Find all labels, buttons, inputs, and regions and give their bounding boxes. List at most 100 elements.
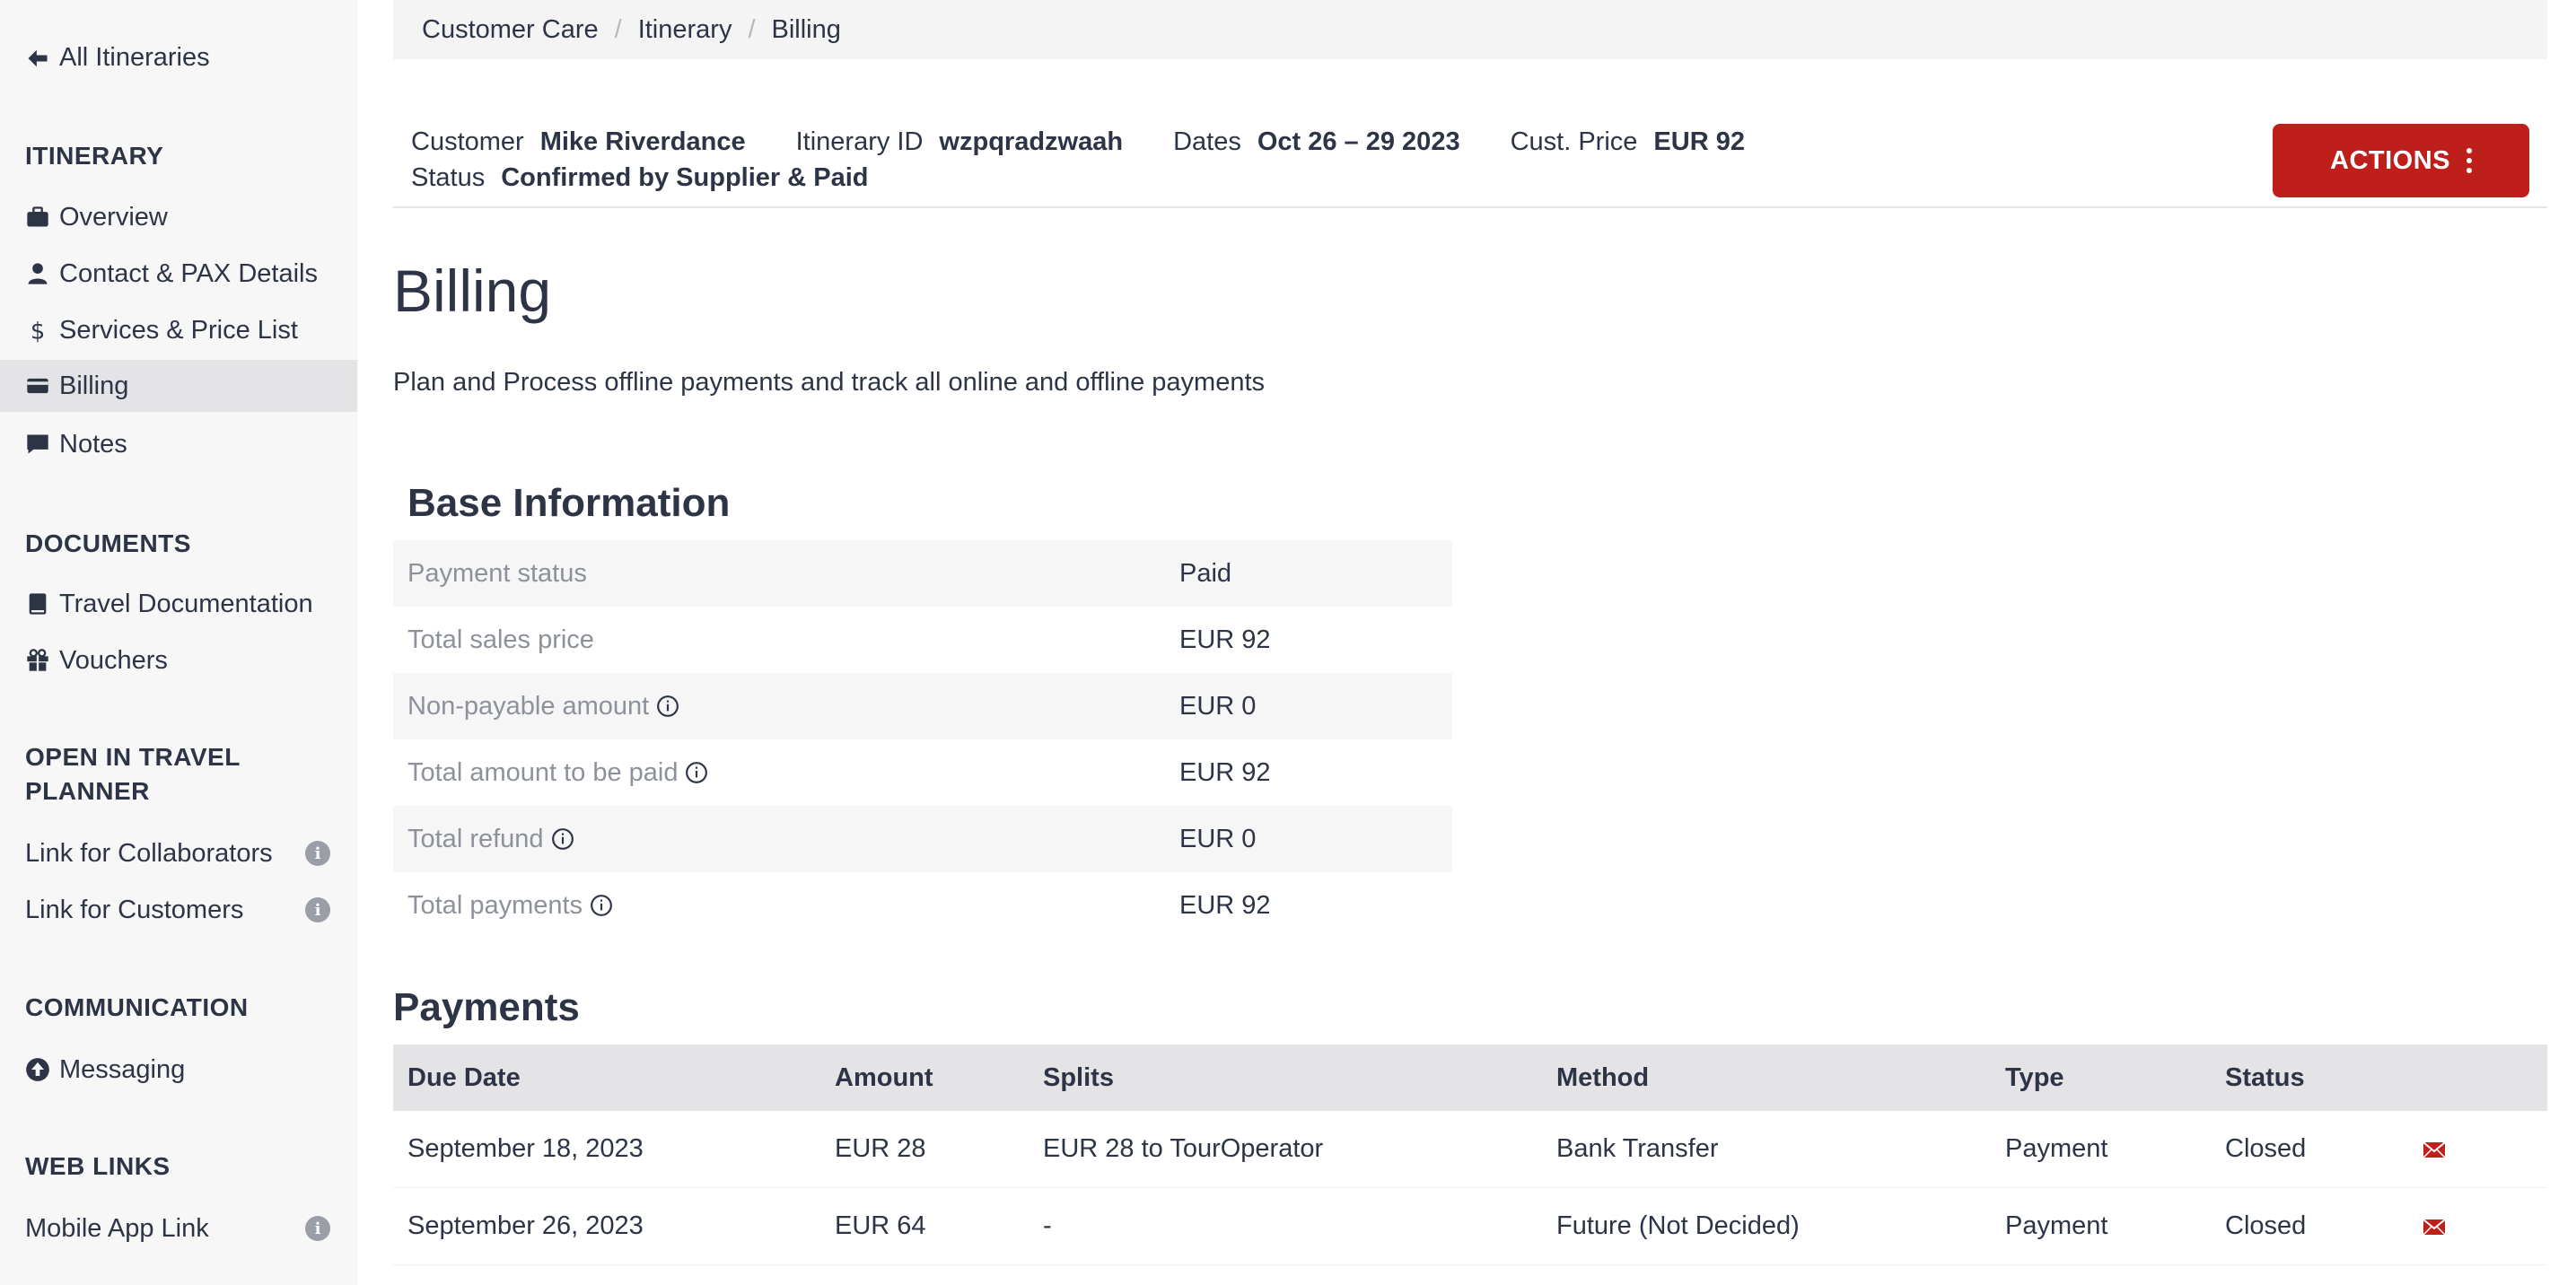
envelope-icon [2423, 1218, 2446, 1236]
payments-title: Payments [393, 985, 580, 1029]
sidebar-item-label: Travel Documentation [59, 589, 313, 618]
sidebar-item-label: Mobile App Link [25, 1213, 209, 1243]
breadcrumb-customer-care[interactable]: Customer Care [422, 15, 599, 45]
sidebar-item-label: Overview [59, 202, 168, 232]
info-circle-icon[interactable] [590, 894, 613, 917]
section-title-line: PLANNER [25, 777, 150, 805]
section-title-line: OPEN IN TRAVEL [25, 743, 241, 771]
due-date-cell: September 18, 2023 [407, 1134, 644, 1163]
sidebar-item-label: Services & Price List [59, 315, 298, 345]
comment-icon [27, 434, 48, 454]
base-info-label: Total amount to be paid [407, 757, 679, 787]
due-date-cell: September 26, 2023 [407, 1211, 644, 1240]
header-divider [393, 206, 2547, 208]
type-cell: Payment [2005, 1134, 2108, 1163]
actions-label: ACTIONS [2330, 145, 2450, 175]
sidebar-item-services[interactable]: $ Services & Price List [0, 304, 357, 356]
briefcase-icon [27, 206, 48, 227]
info-circle-icon[interactable] [656, 695, 679, 718]
base-info-label: Total sales price [407, 625, 594, 654]
all-itineraries-link[interactable]: All Itineraries [25, 43, 210, 73]
table-row: September 26, 2023 EUR 64 - Future (Not … [393, 1188, 2547, 1265]
sidebar-item-travel-docs[interactable]: Travel Documentation [0, 578, 357, 630]
sidebar-item-label: Billing [59, 371, 129, 400]
info-icon[interactable]: i [305, 841, 330, 866]
arrow-left-icon [28, 49, 48, 66]
sidebar-item-label: Messaging [59, 1054, 186, 1084]
itinerary-header: Customer Mike Riverdance Itinerary ID wzpq… [411, 124, 1795, 196]
method-cell: Bank Transfer [1556, 1134, 1719, 1163]
section-title-web-links: WEB LINKS [25, 1152, 171, 1180]
info-circle-icon[interactable] [685, 761, 708, 784]
sidebar-item-mobile-app-link[interactable]: Mobile App Link i [0, 1202, 357, 1254]
amount-cell: EUR 64 [835, 1211, 926, 1240]
status-value: Confirmed by Supplier & Paid [501, 163, 869, 192]
sidebar-item-messaging[interactable]: Messaging [0, 1044, 357, 1096]
base-info-value: EUR 0 [1179, 824, 1257, 853]
page-description: Plan and Process offline payments and tr… [393, 368, 1266, 397]
itinerary-id-value: wzpqradzwaah [939, 127, 1124, 156]
type-cell: Payment [2005, 1211, 2108, 1240]
svg-text:$: $ [31, 318, 45, 343]
info-icon[interactable]: i [305, 1216, 330, 1241]
splits-cell: - [1043, 1211, 1052, 1240]
status-cell: Closed [2225, 1211, 2307, 1240]
sidebar-item-label: Vouchers [59, 645, 168, 675]
column-header-status: Status [2225, 1062, 2305, 1092]
base-info-table: Payment status Paid Total sales price EU… [393, 540, 1452, 939]
sidebar-item-collaborators-link[interactable]: Link for Collaborators i [0, 827, 357, 879]
cust-price-value: EUR 92 [1653, 127, 1745, 156]
column-header-type: Type [2005, 1062, 2064, 1092]
base-info-row: Total amount to be paid EUR 92 [393, 739, 1452, 806]
actions-button[interactable]: ACTIONS [2273, 124, 2529, 197]
base-info-row: Total payments EUR 92 [393, 872, 1452, 939]
method-cell: Future (Not Decided) [1556, 1211, 1800, 1240]
base-info-label: Non-payable amount [407, 691, 650, 721]
splits-cell: EUR 28 to TourOperator [1043, 1134, 1324, 1163]
customer-label: Customer [411, 127, 524, 156]
breadcrumb-separator: / [748, 14, 756, 44]
cust-price-label: Cust. Price [1510, 127, 1638, 156]
dollar-icon: $ [31, 318, 45, 343]
breadcrumb-itinerary[interactable]: Itinerary [638, 15, 732, 45]
base-info-value: EUR 92 [1179, 625, 1271, 654]
base-info-row: Total sales price EUR 92 [393, 607, 1452, 673]
gift-icon [27, 649, 48, 671]
payments-table-header: Due Date Amount Splits Method Type Statu… [393, 1045, 2547, 1111]
sidebar-item-billing[interactable]: Billing [0, 360, 357, 412]
sidebar-item-contact[interactable]: Contact & PAX Details [0, 248, 357, 300]
customer-value: Mike Riverdance [539, 127, 746, 156]
dates-value: Oct 26 – 29 2023 [1257, 127, 1460, 156]
base-info-row: Total refund EUR 0 [393, 806, 1452, 872]
sidebar-item-customers-link[interactable]: Link for Customers i [0, 884, 357, 936]
dates-label: Dates [1173, 127, 1241, 156]
envelope-icon [2423, 1141, 2446, 1158]
sidebar-item-vouchers[interactable]: Vouchers [0, 634, 357, 686]
info-circle-icon[interactable] [551, 827, 574, 851]
amount-cell: EUR 28 [835, 1134, 926, 1163]
user-icon [28, 263, 48, 284]
base-info-label: Total refund [407, 824, 544, 853]
send-email-button[interactable] [2423, 1217, 2476, 1237]
breadcrumb-billing: Billing [771, 14, 841, 44]
sidebar-item-overview[interactable]: Overview [0, 191, 357, 243]
sidebar-item-label: Link for Customers [25, 895, 244, 924]
sidebar-item-label: Notes [59, 429, 127, 459]
base-info-label: Payment status [407, 558, 587, 588]
base-info-value: EUR 92 [1179, 890, 1271, 920]
book-icon [29, 593, 47, 615]
base-info-label: Total payments [407, 890, 583, 920]
send-email-button[interactable] [2423, 1140, 2476, 1159]
sidebar-item-notes[interactable]: Notes [0, 418, 357, 470]
breadcrumb-separator: / [614, 14, 622, 44]
info-icon[interactable]: i [305, 897, 330, 922]
table-row: September 18, 2023 EUR 28 EUR 28 to Tour… [393, 1111, 2547, 1188]
column-header-due-date: Due Date [407, 1062, 521, 1092]
column-header-method: Method [1556, 1062, 1650, 1092]
column-header-amount: Amount [835, 1062, 933, 1092]
sidebar: All Itineraries ITINERARY Overview Conta… [0, 0, 357, 1285]
credit-card-icon [27, 378, 48, 394]
base-info-title: Base Information [407, 481, 731, 525]
section-title-documents: DOCUMENTS [25, 529, 191, 557]
section-title-open-in-travel-planner: OPEN IN TRAVEL PLANNER [25, 740, 241, 809]
